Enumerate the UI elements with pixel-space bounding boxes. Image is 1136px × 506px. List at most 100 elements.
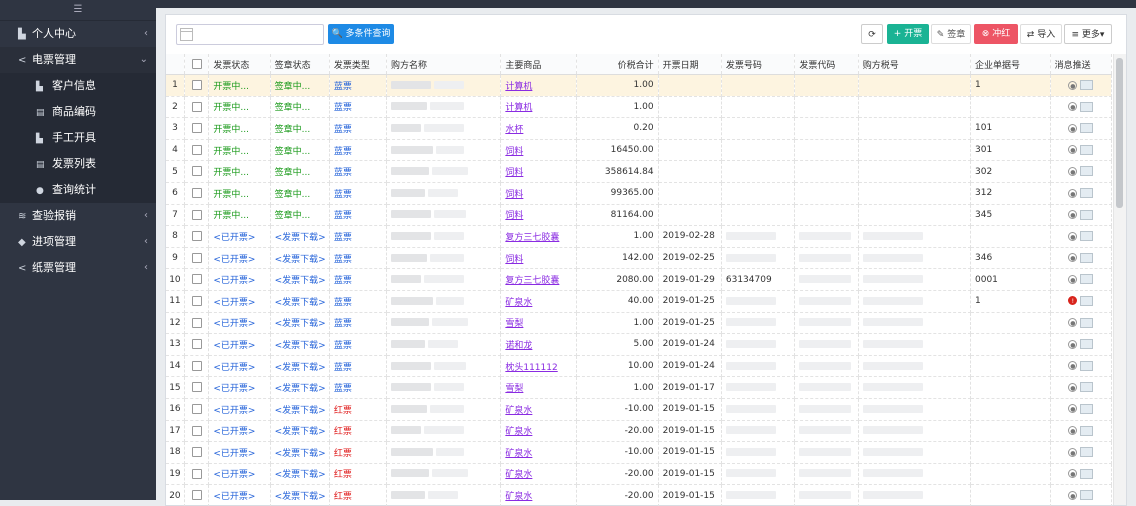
user-circle-icon[interactable]: ● [1068, 145, 1078, 155]
row-checkbox[interactable] [191, 80, 202, 91]
envelope-icon[interactable] [1080, 209, 1094, 220]
user-circle-icon[interactable]: ● [1068, 274, 1078, 284]
row-checkbox[interactable] [191, 447, 202, 458]
table-row[interactable]: 19 <已开票> <发票下载> 红票 矿泉水 -20.00 2019-01-15 ● [166, 463, 1112, 486]
main-goods-link[interactable]: 矿泉水 [500, 441, 577, 464]
date-input[interactable] [176, 24, 324, 45]
table-row[interactable]: 3 开票中... 签章中... 蓝票 水杯 0.20 101 ● [166, 117, 1112, 140]
invoice-status[interactable]: <已开票> [208, 398, 271, 421]
user-circle-icon[interactable]: ● [1068, 318, 1078, 328]
invoice-status[interactable]: <已开票> [208, 247, 271, 270]
table-row[interactable]: 14 <已开票> <发票下载> 蓝票 枕头111112 10.00 2019-01-24 ● [166, 355, 1112, 378]
row-checkbox[interactable] [191, 295, 202, 306]
table-row[interactable]: 2 开票中... 签章中... 蓝票 计算机 1.00 ● [166, 96, 1112, 119]
main-goods-link[interactable]: 饲料 [500, 160, 577, 183]
row-checkbox-cell[interactable] [184, 74, 210, 97]
row-checkbox[interactable] [191, 144, 202, 155]
sign-status[interactable]: <发票下载> [270, 398, 330, 421]
main-goods-link[interactable]: 复方三七胶囊 [500, 268, 577, 291]
table-row[interactable]: 12 <已开票> <发票下载> 蓝票 雪梨 1.00 2019-01-25 ● [166, 312, 1112, 335]
main-goods-link[interactable]: 矿泉水 [500, 420, 577, 443]
header-checkbox[interactable] [184, 54, 210, 75]
main-goods-link[interactable]: 复方三七胶囊 [500, 225, 577, 248]
table-row[interactable]: 4 开票中... 签章中... 蓝票 饲料 16450.00 301 ● [166, 139, 1112, 162]
user-circle-icon[interactable]: ● [1068, 123, 1078, 133]
sidebar-menu-menus2-1[interactable]: ◆ 进项管理 ‹ [0, 229, 156, 255]
vertical-scrollbar[interactable] [1113, 54, 1126, 505]
row-checkbox-cell[interactable] [184, 96, 210, 119]
row-checkbox[interactable] [191, 490, 202, 501]
sidebar-menu-menus2-2[interactable]: < 纸票管理 ‹ [0, 255, 156, 281]
user-circle-icon[interactable]: ● [1068, 339, 1078, 349]
issue-invoice-button[interactable]: + 开票 [887, 24, 929, 44]
row-checkbox[interactable] [191, 317, 202, 328]
envelope-icon[interactable] [1080, 188, 1094, 199]
table-row[interactable]: 6 开票中... 签章中... 蓝票 饲料 99365.00 312 ● [166, 182, 1112, 205]
user-circle-icon[interactable]: ● [1068, 404, 1078, 414]
invoice-status[interactable]: <已开票> [208, 225, 271, 248]
row-checkbox-cell[interactable] [184, 139, 210, 162]
table-row[interactable]: 20 <已开票> <发票下载> 红票 矿泉水 -20.00 2019-01-15 ● [166, 484, 1112, 506]
invoice-status[interactable]: <已开票> [208, 290, 271, 313]
envelope-icon[interactable] [1080, 360, 1094, 371]
row-checkbox-cell[interactable] [184, 290, 210, 313]
user-circle-icon[interactable]: ! [1068, 296, 1078, 306]
sign-status[interactable]: <发票下载> [270, 312, 330, 335]
header-cell[interactable]: 消息推送 [1050, 54, 1112, 75]
user-circle-icon[interactable]: ● [1068, 188, 1078, 198]
header-cell[interactable]: 签章状态 [270, 54, 330, 75]
sign-status[interactable]: <发票下载> [270, 290, 330, 313]
invoice-status[interactable]: <已开票> [208, 463, 271, 486]
header-cell[interactable]: 企业单据号 [970, 54, 1051, 75]
main-goods-link[interactable]: 饲料 [500, 139, 577, 162]
row-checkbox[interactable] [191, 209, 202, 220]
sign-status[interactable]: <发票下载> [270, 268, 330, 291]
sidebar-menu-menus-1[interactable]: < 电票管理 ⌄ [0, 47, 156, 73]
user-circle-icon[interactable]: ● [1068, 361, 1078, 371]
envelope-icon[interactable] [1080, 144, 1094, 155]
invoice-status[interactable]: <已开票> [208, 376, 271, 399]
invoice-status[interactable]: <已开票> [208, 312, 271, 335]
sign-status[interactable]: <发票下载> [270, 376, 330, 399]
user-circle-icon[interactable]: ● [1068, 80, 1078, 90]
envelope-icon[interactable] [1080, 339, 1094, 350]
envelope-icon[interactable] [1080, 447, 1094, 458]
invoice-status[interactable]: <已开票> [208, 355, 271, 378]
invoice-status[interactable]: <已开票> [208, 484, 271, 506]
row-checkbox-cell[interactable] [184, 484, 210, 506]
envelope-icon[interactable] [1080, 317, 1094, 328]
row-checkbox-cell[interactable] [184, 268, 210, 291]
envelope-icon[interactable] [1080, 490, 1094, 501]
sidebar-menu-menus-0[interactable]: ▙ 个人中心 ‹ [0, 21, 156, 47]
header-cell[interactable]: 购方税号 [858, 54, 972, 75]
sign-status[interactable]: <发票下载> [270, 441, 330, 464]
main-goods-link[interactable]: 雪梨 [500, 376, 577, 399]
row-checkbox-cell[interactable] [184, 160, 210, 183]
sidebar-menu-menus2-0[interactable]: ≋ 查验报销 ‹ [0, 203, 156, 229]
refresh-button[interactable]: ⟳ [861, 24, 883, 44]
row-checkbox-cell[interactable] [184, 182, 210, 205]
table-row[interactable]: 17 <已开票> <发票下载> 红票 矿泉水 -20.00 2019-01-15 ● [166, 420, 1112, 443]
user-circle-icon[interactable]: ● [1068, 102, 1078, 112]
sign-status[interactable]: <发票下载> [270, 355, 330, 378]
user-circle-icon[interactable]: ● [1068, 447, 1078, 457]
row-checkbox-cell[interactable] [184, 463, 210, 486]
envelope-icon[interactable] [1080, 403, 1094, 414]
sidebar-item-0[interactable]: ▙ 客户信息 [0, 73, 156, 99]
row-checkbox[interactable] [191, 360, 202, 371]
row-checkbox[interactable] [191, 274, 202, 285]
table-row[interactable]: 5 开票中... 签章中... 蓝票 饲料 358614.84 302 ● [166, 160, 1112, 183]
sidebar-item-3[interactable]: ▤ 发票列表 [0, 151, 156, 177]
header-cell[interactable]: 发票号码 [721, 54, 796, 75]
main-goods-link[interactable]: 矿泉水 [500, 463, 577, 486]
red-reverse-button[interactable]: ⊗ 冲红 [974, 24, 1018, 44]
user-circle-icon[interactable]: ● [1068, 210, 1078, 220]
main-goods-link[interactable]: 雪梨 [500, 312, 577, 335]
main-goods-link[interactable]: 矿泉水 [500, 398, 577, 421]
user-circle-icon[interactable]: ● [1068, 469, 1078, 479]
user-circle-icon[interactable]: ● [1068, 382, 1078, 392]
multi-condition-search-button[interactable]: 🔍 多条件查询 [328, 24, 394, 44]
sign-button[interactable]: ✎ 签章 [931, 24, 971, 44]
invoice-status[interactable]: <已开票> [208, 333, 271, 356]
row-checkbox[interactable] [191, 231, 202, 242]
